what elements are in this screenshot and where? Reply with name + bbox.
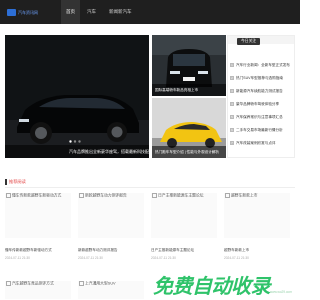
card-image-5[interactable]: 汽车越野车竞品测评方式 xyxy=(5,281,71,299)
site-logo[interactable]: 汽车资讯网 xyxy=(7,9,51,17)
ranking-title: 今日关注 xyxy=(237,38,261,45)
ranking-item[interactable]: 6 二手车交易市场最新行情分析 xyxy=(230,127,294,133)
broken-image-icon xyxy=(225,193,230,198)
card-image-6[interactable]: 上汽通用大型SUV xyxy=(78,281,144,299)
nav-home[interactable]: 首页 xyxy=(61,0,80,24)
side-article-2[interactable]: 热门跑车车型介绍 | 性能与外观设计解析 xyxy=(152,98,226,158)
card-date-2: 2024-07-11 21:30 xyxy=(78,256,103,260)
section-header-recommended: 推荐阅读 xyxy=(5,177,295,188)
ranking-panel: 今日关注 1 汽车行业新闻：全新车型正式发布 2 热门SUV车型推荐与选购指南 3新… xyxy=(227,35,295,158)
broken-image-icon xyxy=(6,281,11,286)
ranking-item[interactable]: 5 汽车保养常识与注意事项汇总 xyxy=(230,114,294,120)
ranking-item[interactable]: 4 豪华品牌轿车驾驶体验分享 xyxy=(230,101,294,107)
card-title-4[interactable]: 越野车新款上市 xyxy=(224,248,290,253)
hero-caption[interactable]: 汽车品牌推出全新豪华座驾，搭载最新科技配置与舒适体验 xyxy=(5,145,149,158)
card-image-3[interactable]: 日产主推新能源车主题论坛 xyxy=(151,193,217,238)
card-title-1[interactable]: 懂车传新款越野车新驱动方式 xyxy=(5,248,71,253)
broken-image-icon xyxy=(79,281,84,286)
slider-dots[interactable] xyxy=(69,140,89,143)
card-title-3[interactable]: 日产主推新能源车主题论坛 xyxy=(151,248,217,253)
card-image-2[interactable]: 新款越野车动力测评报告 xyxy=(78,193,144,238)
card-date-4: 2024-07-11 21:30 xyxy=(224,256,249,260)
nav-cars[interactable]: 汽车 xyxy=(82,0,101,24)
card-image-1[interactable]: 懂车传新款越野车新驱动方式 xyxy=(5,193,71,238)
logo-icon xyxy=(7,9,16,16)
top-navigation-bar: 汽车资讯网 首页 汽车 新闻新汽车 xyxy=(0,0,300,24)
side-article-1[interactable]: 国际高端轿车新品亮相上市 xyxy=(152,35,226,96)
nav-new-cars[interactable]: 新闻新汽车 xyxy=(104,0,137,24)
card-date-1: 2024-07-11 21:30 xyxy=(5,256,30,260)
ranking-item[interactable]: 3 新能源汽车续航能力测试报告 xyxy=(230,88,294,94)
watermark-overlay: 免费自动收录 www.wo29.com xyxy=(153,274,292,298)
card-image-4[interactable]: 越野车新款上市 xyxy=(224,193,290,238)
card-date-3: 2024-07-11 21:30 xyxy=(151,256,176,260)
broken-image-icon xyxy=(6,193,11,198)
ranking-header: 今日关注 xyxy=(228,36,294,45)
ranking-item[interactable]: 2 热门SUV车型推荐与选购指南 xyxy=(230,75,294,81)
ranking-item[interactable]: 7 汽车改装案例欣赏与点评 xyxy=(230,140,294,146)
broken-image-icon xyxy=(152,193,157,198)
ranking-item[interactable]: 1 汽车行业新闻：全新车型正式发布 xyxy=(230,62,294,68)
hero-slider[interactable]: 汽车品牌推出全新豪华座驾，搭载最新科技配置与舒适体验 xyxy=(5,35,149,158)
broken-image-icon xyxy=(79,193,84,198)
section-accent-bar xyxy=(5,179,7,185)
card-title-2[interactable]: 新款越野车动力测评报告 xyxy=(78,248,144,253)
